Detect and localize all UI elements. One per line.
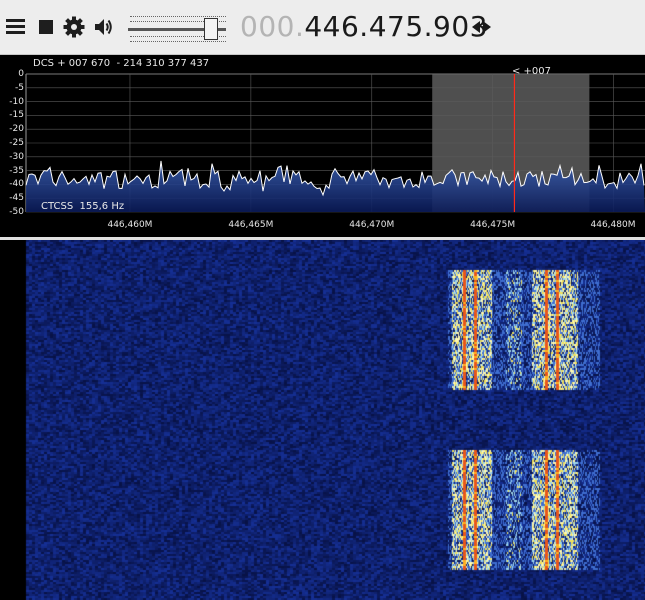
waterfall-display[interactable] [0,240,645,600]
dcs-readout: DCS + 007 670 - 214 310 377 437 [33,58,210,69]
toolbar: 000.446.475.903 [0,0,645,55]
speaker-icon[interactable] [92,15,116,39]
stop-icon[interactable] [35,15,59,39]
y-tick-label: -30 [9,151,24,162]
y-tick-label: -20 [9,124,24,135]
frequency-leading-digits: 000. [240,10,305,43]
y-tick-label: -10 [9,96,24,107]
volume-slider-handle[interactable] [203,18,218,40]
y-tick-label: -25 [9,138,24,148]
y-tick-label: -45 [9,193,24,204]
y-tick-label: -40 [9,179,24,190]
x-tick-label: 446,475M [470,220,516,230]
spectrum-plot[interactable]: DCS + 007 670 - 214 310 377 437 < +007 C… [0,55,645,237]
frequency-display[interactable]: 000.446.475.903 [240,9,488,45]
x-tick-label: 446,480M [590,220,636,230]
y-tick-label: -15 [9,110,24,121]
left-right-arrows-icon[interactable] [470,19,494,35]
hamburger-menu-icon[interactable] [4,15,28,39]
ctcss-readout: CTCSS 155,6 Hz [41,201,125,212]
y-tick-label: -5 [15,82,24,93]
y-tick-label: -50 [9,207,24,217]
y-tick-label: -35 [9,165,24,176]
volume-slider[interactable] [126,12,230,42]
y-tick-label: 0 [18,69,24,79]
frequency-digits: 446.475.903 [304,10,488,43]
x-tick-label: 446,465M [228,220,274,230]
x-tick-label: 446,470M [349,220,395,230]
x-tick-label: 446,460M [107,220,153,230]
offset-readout: < +007 [512,66,552,77]
gear-icon[interactable] [62,15,86,39]
